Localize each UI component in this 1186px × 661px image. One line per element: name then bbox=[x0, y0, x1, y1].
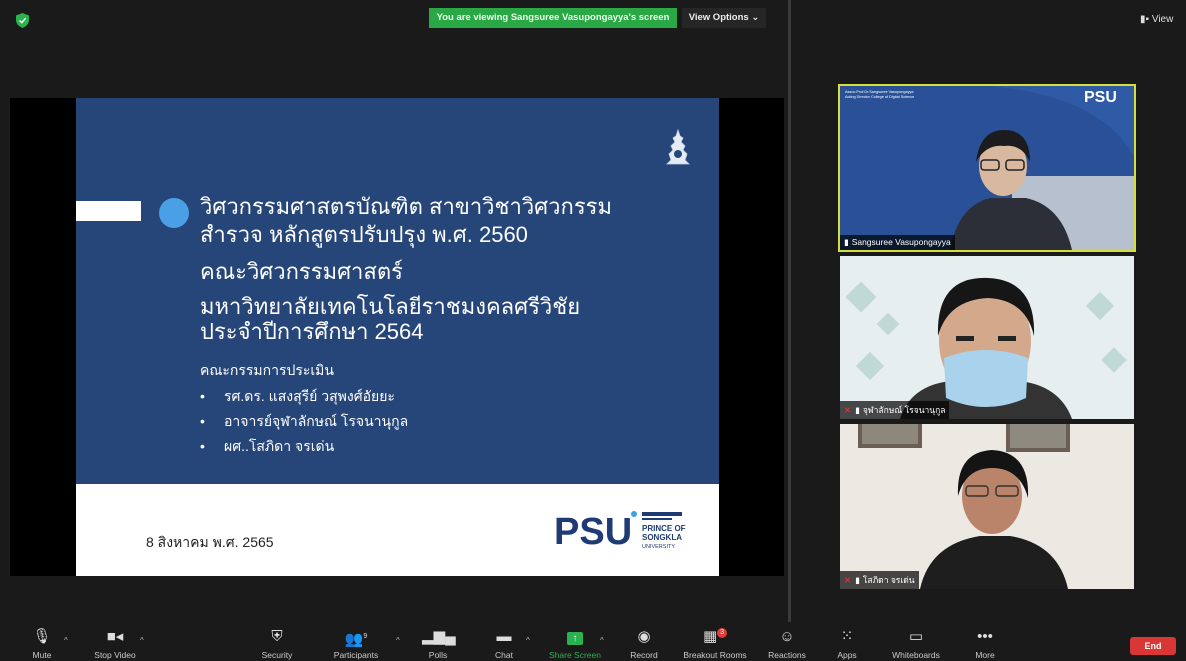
slide-header-panel: วิศวกรรมศาสตรบัณฑิต สาขาวิชาวิศวกรรม สำร… bbox=[76, 98, 719, 484]
virtual-background-caption: Assoc.Prof.Dr.Sangsuree Vasupongayya Act… bbox=[845, 90, 914, 100]
muted-mic-icon: ✕ bbox=[844, 575, 852, 585]
record-button[interactable]: ◉ Record bbox=[624, 628, 664, 660]
slide-title-line-2: สำรวจ หลักสูตรปรับปรุง พ.ศ. 2560 bbox=[200, 222, 528, 247]
apps-button[interactable]: ⁙ Apps bbox=[830, 628, 864, 660]
panel-splitter[interactable] bbox=[788, 0, 791, 622]
breakout-rooms-badge: 3 bbox=[717, 628, 728, 638]
university-crest-icon bbox=[666, 128, 690, 165]
chat-bubble-icon: ▬ bbox=[496, 628, 512, 645]
more-button[interactable]: ••• More bbox=[968, 628, 1002, 660]
reactions-button[interactable]: ☺ Reactions bbox=[764, 628, 810, 660]
svg-text:SONGKLA: SONGKLA bbox=[642, 533, 682, 542]
video-tile[interactable]: ✕ ▮ จุฬาลักษณ์ โรจนานุกูล bbox=[840, 256, 1134, 419]
participants-icon: 👥9 bbox=[344, 631, 368, 648]
committee-member-name: รศ.ดร. แสงสุรีย์ วสุพงศ์อัยยะ bbox=[224, 388, 395, 404]
slide-university-line-2: ประจำปีการศึกษา 2564 bbox=[200, 319, 424, 344]
audio-options-chevron-icon[interactable]: ^ bbox=[64, 636, 68, 645]
view-button-label: View bbox=[1151, 14, 1174, 25]
whiteboards-label: Whiteboards bbox=[892, 650, 940, 660]
committee-member: • รศ.ดร. แสงสุรีย์ วสุพงศ์อัยยะ bbox=[200, 388, 395, 404]
mute-button[interactable]: 🎙︎ Mute bbox=[22, 628, 62, 660]
share-screen-label: Share Screen bbox=[549, 650, 601, 660]
share-options-chevron-icon[interactable]: ^ bbox=[600, 636, 604, 645]
svg-text:PSU: PSU bbox=[1084, 89, 1117, 106]
participant-name-label: ▮ Sangsuree Vasupongayya bbox=[840, 235, 955, 250]
muted-mic-icon: ✕ bbox=[844, 405, 852, 415]
pin-icon: ▮ bbox=[844, 237, 849, 247]
vbg-caption-line-2: Acting Director College of Digital Scien… bbox=[845, 95, 915, 99]
participant-name-label: ✕ ▮ โสภิดา จรเด่น bbox=[840, 571, 919, 589]
apps-label: Apps bbox=[837, 650, 857, 660]
video-camera-icon: ■◂ bbox=[106, 628, 124, 645]
video-options-chevron-icon[interactable]: ^ bbox=[140, 636, 144, 645]
participant-name: โสภิดา จรเด่น bbox=[862, 575, 915, 585]
view-layout-icon: ▮▪ bbox=[1140, 14, 1152, 25]
chat-options-chevron-icon[interactable]: ^ bbox=[526, 636, 530, 645]
participant-name: จุฬาลักษณ์ โรจนานุกูล bbox=[862, 405, 946, 415]
slide-date: 8 สิงหาคม พ.ศ. 2565 bbox=[146, 534, 274, 550]
reactions-label: Reactions bbox=[768, 650, 806, 660]
share-screen-button[interactable]: ↑ Share Screen bbox=[546, 628, 604, 660]
more-label: More bbox=[975, 650, 995, 660]
view-button[interactable]: ▮▪ View bbox=[1140, 14, 1173, 25]
apps-grid-icon: ⁙ bbox=[840, 628, 854, 645]
participants-label: Participants bbox=[333, 650, 379, 660]
whiteboard-icon: ▭ bbox=[908, 628, 924, 645]
breakout-rooms-button[interactable]: ▦ 3 Breakout Rooms bbox=[678, 628, 752, 660]
shield-icon: ⛨ bbox=[271, 628, 283, 645]
psu-logo: PSU PRINCE OF SONGKLA UNIVERSITY bbox=[554, 511, 686, 552]
committee-member-name: ผศ..โสภิดา จรเด่น bbox=[224, 438, 335, 454]
stop-video-button[interactable]: ■◂ Stop Video bbox=[88, 628, 142, 660]
polls-bar-chart-icon: ▂▆▄ bbox=[422, 628, 456, 645]
chat-label: Chat bbox=[495, 650, 513, 660]
share-screen-icon: ↑ bbox=[546, 628, 604, 646]
video-tile-active-speaker[interactable]: PSU Assoc.Prof.Dr.Sangsuree Vasupongayya… bbox=[838, 84, 1136, 252]
slide-accent-bar bbox=[76, 201, 141, 221]
participant-video: PSU bbox=[840, 86, 1134, 250]
slide-title-line-1: วิศวกรรมศาสตรบัณฑิต สาขาวิชาวิศวกรรม bbox=[200, 194, 612, 219]
pin-icon: ▮ bbox=[855, 405, 860, 415]
svg-text:PRINCE OF: PRINCE OF bbox=[642, 524, 686, 533]
chat-button[interactable]: ▬ Chat bbox=[486, 628, 522, 660]
slide-bullet-dot bbox=[159, 198, 189, 228]
slide-faculty: คณะวิศวกรรมศาสตร์ bbox=[200, 259, 403, 284]
committee-member-name: อาจารย์จุฬาลักษณ์ โรจนานุกูล bbox=[224, 413, 409, 429]
presentation-slide: วิศวกรรมศาสตรบัณฑิต สาขาวิชาวิศวกรรม สำร… bbox=[76, 98, 719, 576]
whiteboards-button[interactable]: ▭ Whiteboards bbox=[884, 628, 948, 660]
polls-label: Polls bbox=[428, 650, 448, 660]
breakout-rooms-icon: ▦ 3 bbox=[678, 628, 752, 646]
slide-university-line-1: มหาวิทยาลัยเทคโนโลยีราชมงคลศรีวิชัย bbox=[200, 294, 581, 319]
mute-label: Mute bbox=[32, 650, 52, 660]
reactions-smiley-icon: ☺ bbox=[779, 628, 795, 645]
svg-text:UNIVERSITY: UNIVERSITY bbox=[642, 544, 675, 550]
security-button[interactable]: ⛨ Security bbox=[254, 628, 300, 660]
end-meeting-button[interactable]: End bbox=[1130, 637, 1176, 655]
more-dots-icon: ••• bbox=[977, 628, 993, 645]
polls-button[interactable]: ▂▆▄ Polls bbox=[422, 628, 456, 660]
participants-count: 9 bbox=[363, 633, 368, 640]
committee-heading: คณะกรรมการประเมิน bbox=[200, 362, 334, 378]
view-options-button[interactable]: View Options ⌄ bbox=[682, 8, 766, 28]
record-icon: ◉ bbox=[637, 628, 651, 645]
svg-text:PSU: PSU bbox=[554, 511, 632, 552]
participants-button[interactable]: 👥9 Participants bbox=[328, 628, 384, 660]
video-tile[interactable]: ✕ ▮ โสภิดา จรเด่น bbox=[840, 424, 1134, 589]
participant-name: Sangsuree Vasupongayya bbox=[851, 237, 951, 247]
stop-video-label: Stop Video bbox=[94, 650, 136, 660]
participant-name-label: ✕ ▮ จุฬาลักษณ์ โรจนานุกูล bbox=[840, 401, 950, 419]
microphone-icon: 🎙︎ bbox=[32, 628, 52, 645]
security-shield-icon bbox=[16, 13, 29, 28]
participant-video bbox=[840, 424, 1134, 589]
security-label: Security bbox=[261, 650, 293, 660]
viewing-screen-banner: You are viewing Sangsuree Vasupongayya's… bbox=[429, 8, 677, 28]
breakout-rooms-label: Breakout Rooms bbox=[683, 650, 747, 660]
committee-member: • ผศ..โสภิดา จรเด่น bbox=[200, 438, 335, 454]
record-label: Record bbox=[630, 650, 658, 660]
committee-member: • อาจารย์จุฬาลักษณ์ โรจนานุกูล bbox=[200, 413, 409, 429]
participants-options-chevron-icon[interactable]: ^ bbox=[396, 636, 400, 645]
participant-video bbox=[840, 256, 1134, 419]
pin-icon: ▮ bbox=[855, 575, 860, 585]
